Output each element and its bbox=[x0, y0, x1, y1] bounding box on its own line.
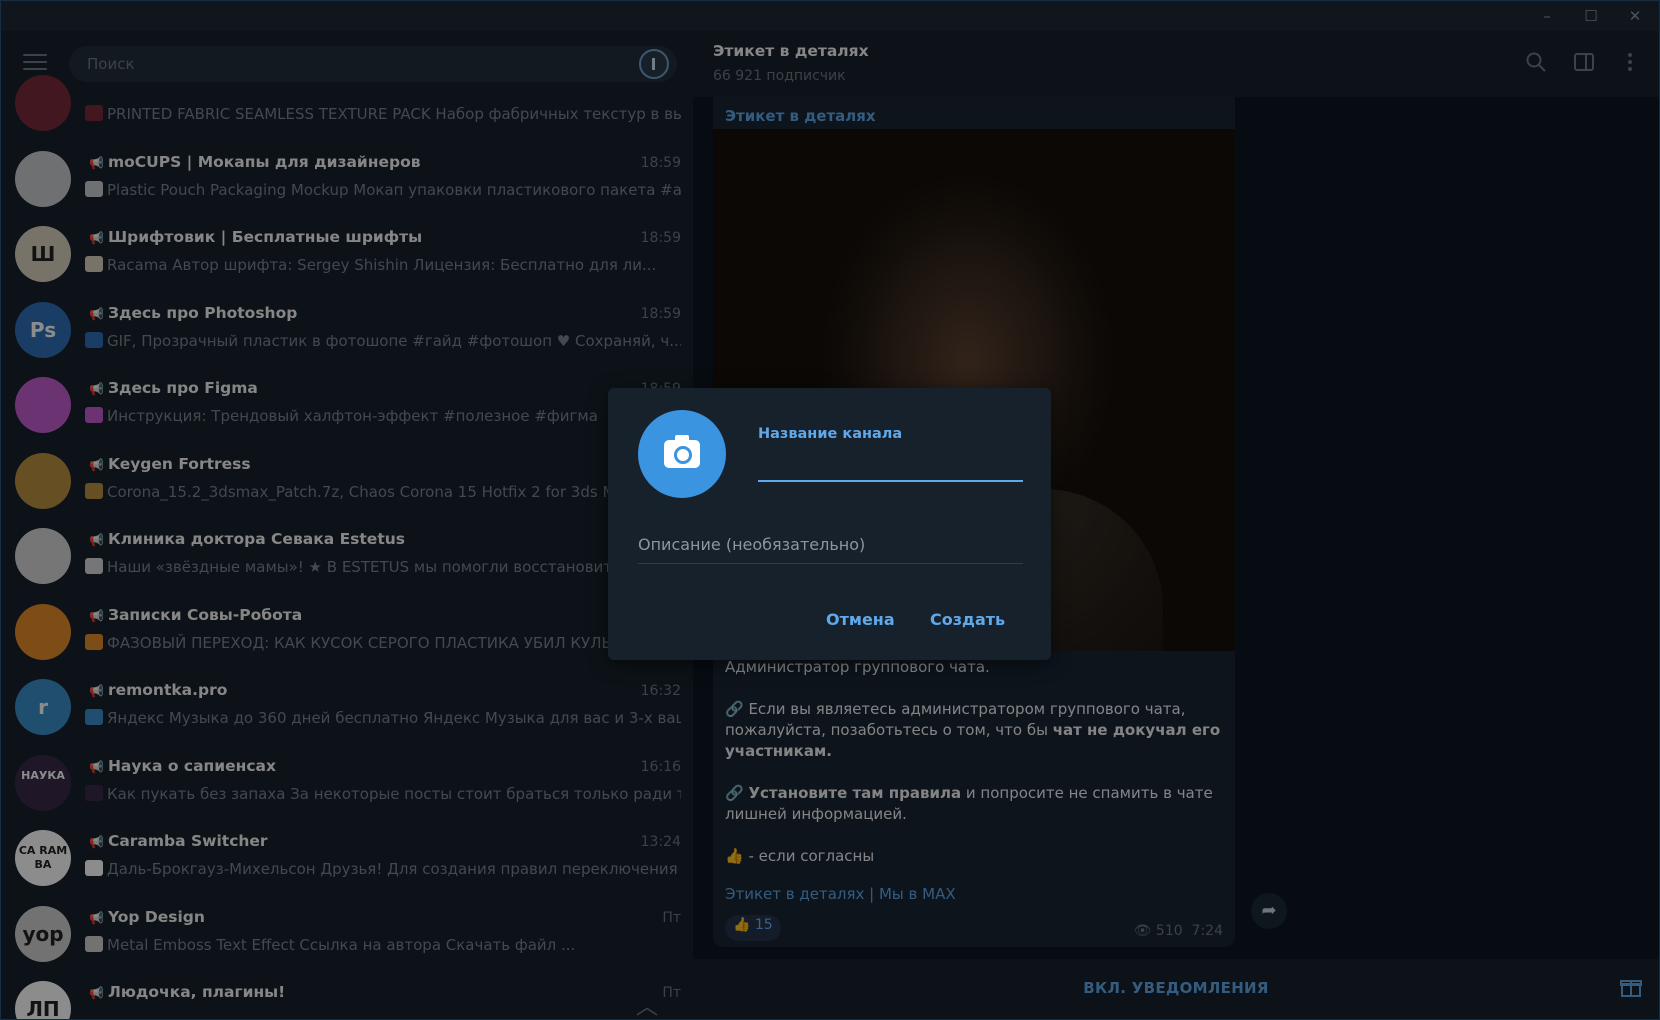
camera-icon bbox=[664, 435, 700, 468]
set-photo-button[interactable] bbox=[638, 410, 726, 498]
channel-name-label: Название канала bbox=[758, 426, 903, 442]
create-channel-dialog: Название канала Отмена Создать bbox=[608, 388, 1051, 660]
create-button[interactable]: Создать bbox=[930, 610, 1005, 629]
cancel-button[interactable]: Отмена bbox=[826, 610, 895, 629]
description-input[interactable] bbox=[638, 526, 1023, 564]
channel-name-input[interactable] bbox=[758, 448, 1023, 482]
